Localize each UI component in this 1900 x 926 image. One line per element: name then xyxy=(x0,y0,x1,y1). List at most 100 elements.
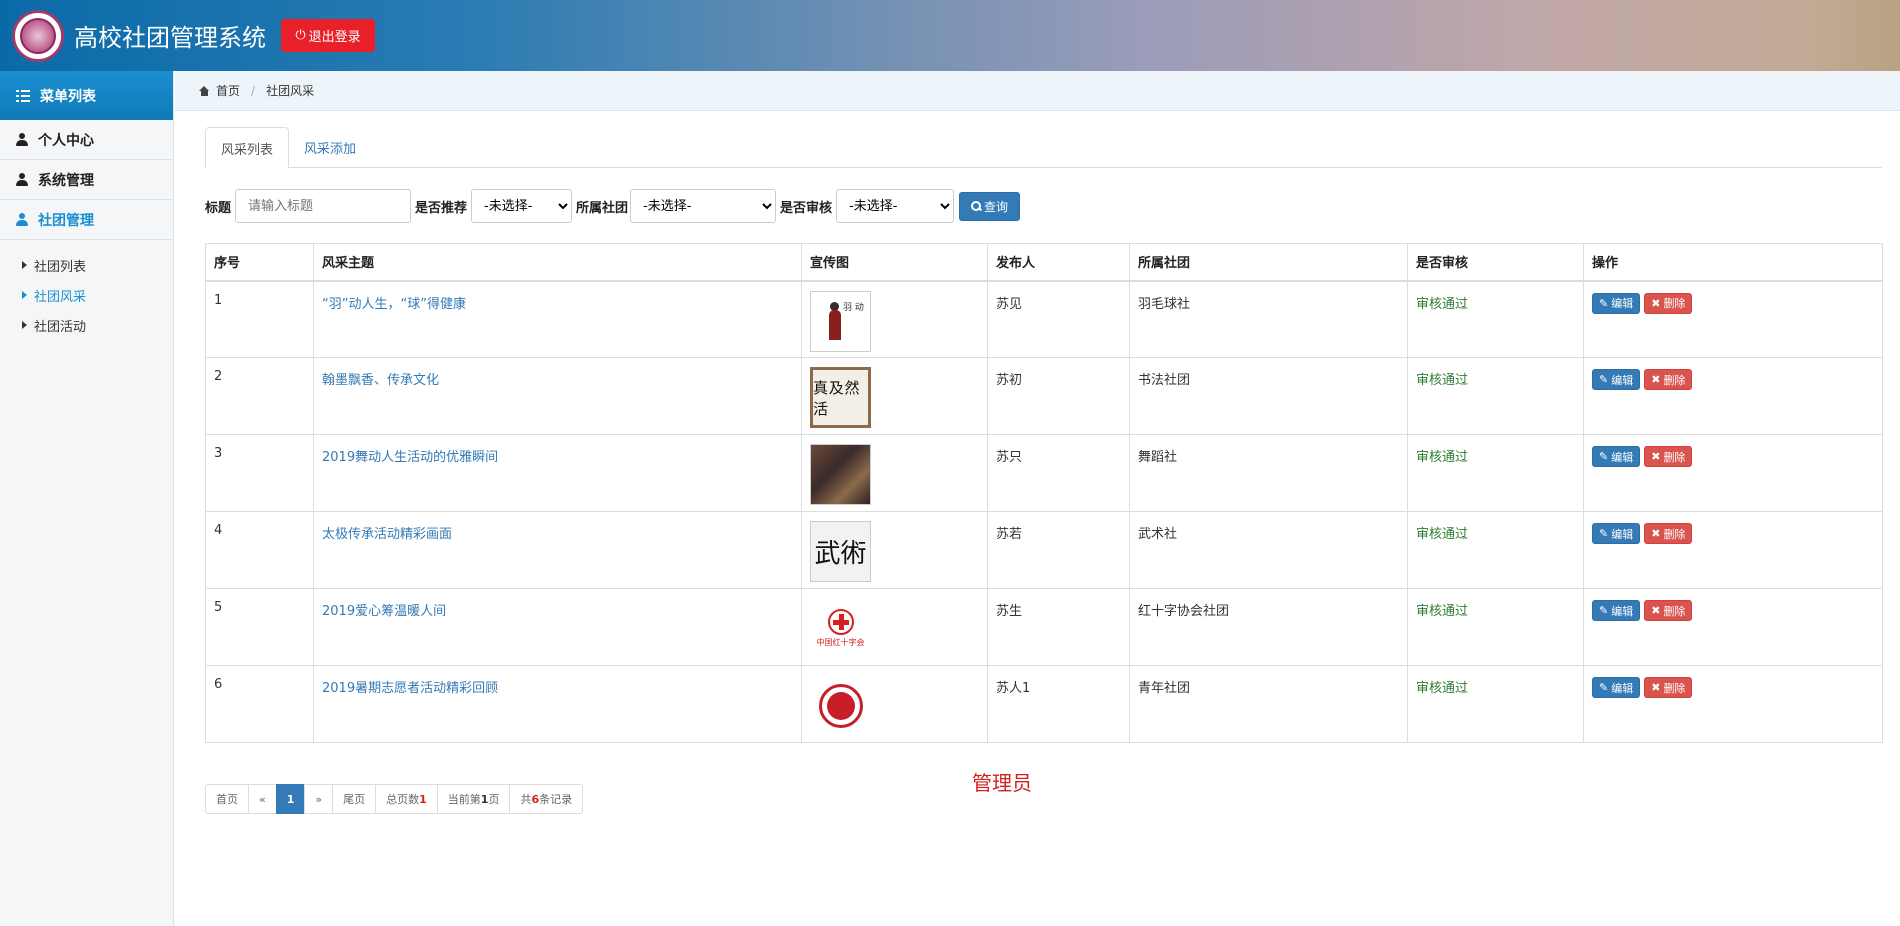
edit-button[interactable]: ✎ 编辑 xyxy=(1592,292,1641,314)
table-row: 3 2019舞动人生活动的优雅瞬间 苏只 舞蹈社 审核通过 ✎ 编辑 ✖ 删除 xyxy=(205,434,1883,512)
delete-button[interactable]: ✖ 删除 xyxy=(1644,523,1693,544)
row-number: 2 xyxy=(205,357,314,435)
edit-button[interactable]: ✎ 编辑 xyxy=(1592,600,1641,621)
close-icon: ✖ xyxy=(1651,373,1661,386)
calligraphy-scroll-image: 真 及 然 活 xyxy=(810,367,871,428)
edit-button[interactable]: ✎ 编辑 xyxy=(1592,523,1641,544)
row-number: 1 xyxy=(205,280,314,358)
row-club: 青年社团 xyxy=(1129,665,1408,743)
pager-last[interactable]: 尾页 xyxy=(332,784,377,814)
red-cross-icon xyxy=(827,609,854,635)
breadcrumb-separator: / xyxy=(251,83,256,98)
red-cross-logo-image: 中国红十字会 xyxy=(810,598,871,659)
row-title-link[interactable]: “羽”动人生，“球”得健康 xyxy=(322,297,466,312)
style-table: 序号 风采主题 宣传图 发布人 所属社团 是否审核 操作 1 “羽”动人生，“球… xyxy=(205,243,1883,743)
row-author: 苏人1 xyxy=(987,665,1130,743)
close-icon: ✖ xyxy=(1651,681,1661,694)
sidebar-header-label: 菜单列表 xyxy=(40,88,96,105)
sidebar-item-label: 系统管理 xyxy=(38,172,94,189)
home-icon xyxy=(199,85,210,96)
close-icon: ✖ xyxy=(1651,604,1661,617)
close-icon: ✖ xyxy=(1651,527,1661,540)
row-number: 6 xyxy=(205,665,314,743)
edit-button[interactable]: ✎ 编辑 xyxy=(1592,369,1641,390)
sidebar-subitem-club-list[interactable]: 社团列表 xyxy=(22,250,173,280)
search-button[interactable]: 查询 xyxy=(959,191,1021,221)
column-header: 发布人 xyxy=(987,243,1130,282)
pager-next[interactable]: » xyxy=(304,784,334,814)
sidebar-subitem-label: 社团风采 xyxy=(34,289,87,305)
tab-bar: 风采列表 风采添加 xyxy=(205,127,1882,169)
breadcrumb: 首页 / 社团风采 xyxy=(175,71,1900,111)
pencil-icon: ✎ xyxy=(1599,604,1609,617)
dance-photo-image xyxy=(810,444,871,505)
sidebar-subitem-club-activities[interactable]: 社团活动 xyxy=(22,310,173,340)
club-select[interactable]: -未选择- xyxy=(630,189,777,223)
logout-button[interactable]: ⏻ 退出登录 xyxy=(281,19,375,52)
breadcrumb-current: 社团风采 xyxy=(266,84,315,98)
delete-button[interactable]: ✖ 删除 xyxy=(1644,600,1693,621)
row-title-link[interactable]: 2019爱心筹温暖人间 xyxy=(322,604,446,619)
user-icon xyxy=(16,213,28,226)
row-title-link[interactable]: 太极传承活动精彩画面 xyxy=(322,527,452,542)
table-header-row: 序号 风采主题 宣传图 发布人 所属社团 是否审核 操作 xyxy=(205,243,1883,282)
row-author: 苏若 xyxy=(987,511,1130,589)
row-author: 苏见 xyxy=(987,280,1130,358)
close-icon: ✖ xyxy=(1651,450,1661,463)
row-number: 4 xyxy=(205,511,314,589)
tab-style-list[interactable]: 风采列表 xyxy=(205,127,290,169)
search-icon xyxy=(971,201,982,211)
pager-total-pages: 总页数 1 xyxy=(375,784,438,814)
pager-record-count: 共 6 条记录 xyxy=(509,784,584,814)
breadcrumb-home[interactable]: 首页 xyxy=(216,82,240,99)
sidebar-item-system-management[interactable]: 系统管理 xyxy=(0,160,173,200)
sidebar-item-club-management[interactable]: 社团管理 xyxy=(0,200,173,240)
row-audit-status: 审核通过 xyxy=(1407,665,1584,743)
row-club: 红十字协会社团 xyxy=(1129,588,1408,666)
pager-first[interactable]: 首页 xyxy=(205,784,249,814)
caret-right-icon xyxy=(22,321,27,329)
sidebar-item-personal-center[interactable]: 个人中心 xyxy=(0,120,173,160)
title-search-input[interactable] xyxy=(235,189,412,223)
edit-button[interactable]: ✎ 编辑 xyxy=(1592,677,1641,698)
row-title-link[interactable]: 2019舞动人生活动的优雅瞬间 xyxy=(322,450,498,465)
row-audit-status: 审核通过 xyxy=(1407,280,1584,358)
recommend-filter-label: 是否推荐 xyxy=(415,200,468,216)
row-club: 书法社团 xyxy=(1129,357,1408,435)
delete-button[interactable]: ✖ 删除 xyxy=(1644,369,1693,390)
row-title-link[interactable]: 翰墨飘香、传承文化 xyxy=(322,373,439,388)
row-author: 苏生 xyxy=(987,588,1130,666)
caret-right-icon xyxy=(22,261,27,269)
column-header: 是否审核 xyxy=(1407,243,1584,282)
sidebar-subitem-club-style[interactable]: 社团风采 xyxy=(22,280,173,310)
pager-prev[interactable]: « xyxy=(248,784,277,814)
column-header: 操作 xyxy=(1583,243,1883,282)
table-row: 5 2019爱心筹温暖人间 中国红十字会 苏生 红十字协会社团 审核通过 ✎ 编辑… xyxy=(205,588,1883,666)
pencil-icon: ✎ xyxy=(1599,450,1609,463)
role-label: 管理员 xyxy=(972,771,1032,795)
row-title-link[interactable]: 2019暑期志愿者活动精彩回顾 xyxy=(322,681,498,696)
row-author: 苏初 xyxy=(987,357,1130,435)
badminton-poster-image: 羽 动 xyxy=(810,290,871,352)
row-number: 5 xyxy=(205,588,314,666)
row-club: 羽毛球社 xyxy=(1129,280,1408,358)
pager-page-1[interactable]: 1 xyxy=(275,784,306,814)
delete-button[interactable]: ✖ 删除 xyxy=(1644,292,1693,314)
club-filter-label: 所属社团 xyxy=(576,200,629,216)
delete-button[interactable]: ✖ 删除 xyxy=(1644,677,1693,698)
column-header: 风采主题 xyxy=(313,243,802,282)
sidebar-subitem-label: 社团活动 xyxy=(34,319,87,335)
tab-style-add[interactable]: 风采添加 xyxy=(289,127,371,168)
column-header: 宣传图 xyxy=(801,243,988,282)
row-author: 苏只 xyxy=(987,434,1130,512)
recommend-select[interactable]: -未选择- xyxy=(471,189,573,223)
wushu-calligraphy-image: 武術 xyxy=(810,521,871,582)
university-logo xyxy=(12,10,64,62)
delete-button[interactable]: ✖ 删除 xyxy=(1644,446,1693,467)
power-icon: ⏻ xyxy=(295,28,306,43)
edit-button[interactable]: ✎ 编辑 xyxy=(1592,446,1641,467)
row-audit-status: 审核通过 xyxy=(1407,588,1584,666)
list-icon xyxy=(16,89,30,102)
audit-select[interactable]: -未选择- xyxy=(836,189,955,223)
top-header: 高校社团管理系统 ⏻ 退出登录 xyxy=(0,0,1900,71)
